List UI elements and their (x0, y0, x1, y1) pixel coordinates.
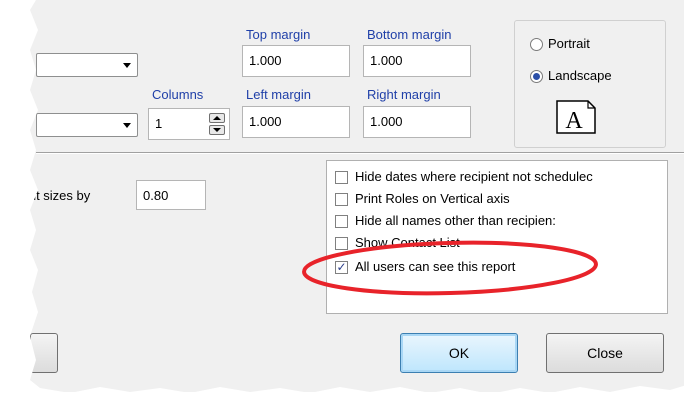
font-scale-field[interactable]: 0.80 (136, 180, 206, 210)
ok-button[interactable]: OK (400, 333, 518, 373)
bottom-margin-label: Bottom margin (367, 27, 452, 42)
dropdown-second[interactable] (36, 113, 138, 137)
page-letter: A (565, 108, 583, 134)
option-checkbox-2[interactable] (335, 215, 348, 228)
portrait-radio[interactable] (530, 38, 543, 51)
font-scale-value: 0.80 (143, 188, 169, 203)
columns-value: 1 (155, 116, 163, 131)
bottom-margin-field[interactable]: 1.000 (363, 45, 471, 77)
spin-buttons[interactable] (209, 113, 225, 135)
section-divider (36, 152, 684, 154)
close-button[interactable]: Close (546, 333, 664, 373)
columns-label: Columns (152, 87, 204, 102)
right-margin-field[interactable]: 1.000 (363, 106, 471, 138)
spin-down-icon[interactable] (209, 125, 225, 135)
partial-left-button[interactable] (30, 333, 58, 373)
left-margin-field[interactable]: 1.000 (242, 106, 350, 138)
option-checkbox-1[interactable] (335, 193, 348, 206)
page-setup-dialog: Columns 1 Top margin 1.000 Bottom margin… (0, 0, 684, 392)
top-margin-field[interactable]: 1.000 (242, 45, 350, 77)
option-label-1: Print Roles on Vertical axis (355, 191, 510, 206)
left-margin-label: Left margin (246, 87, 312, 102)
option-label-2: Hide all names other than recipien: (355, 213, 556, 228)
landscape-radio[interactable] (530, 70, 543, 83)
dropdown-top[interactable] (36, 53, 138, 77)
bottom-margin-value: 1.000 (370, 53, 403, 68)
right-margin-label: Right margin (367, 87, 441, 102)
portrait-label: Portrait (548, 36, 590, 51)
font-scale-label: font sizes by (18, 188, 91, 203)
option-label-0: Hide dates where recipient not schedulec (355, 169, 593, 184)
chevron-down-icon (123, 63, 131, 68)
top-margin-label: Top margin (246, 27, 311, 42)
columns-stepper[interactable]: 1 (148, 108, 230, 140)
option-checkbox-0[interactable] (335, 171, 348, 184)
chevron-down-icon (123, 123, 131, 128)
top-margin-value: 1.000 (249, 53, 282, 68)
left-margin-value: 1.000 (249, 114, 282, 129)
landscape-page-icon: A (556, 100, 596, 134)
spin-up-icon[interactable] (209, 113, 225, 123)
highlight-ellipse (302, 240, 598, 296)
right-margin-value: 1.000 (370, 114, 403, 129)
landscape-label: Landscape (548, 68, 612, 83)
